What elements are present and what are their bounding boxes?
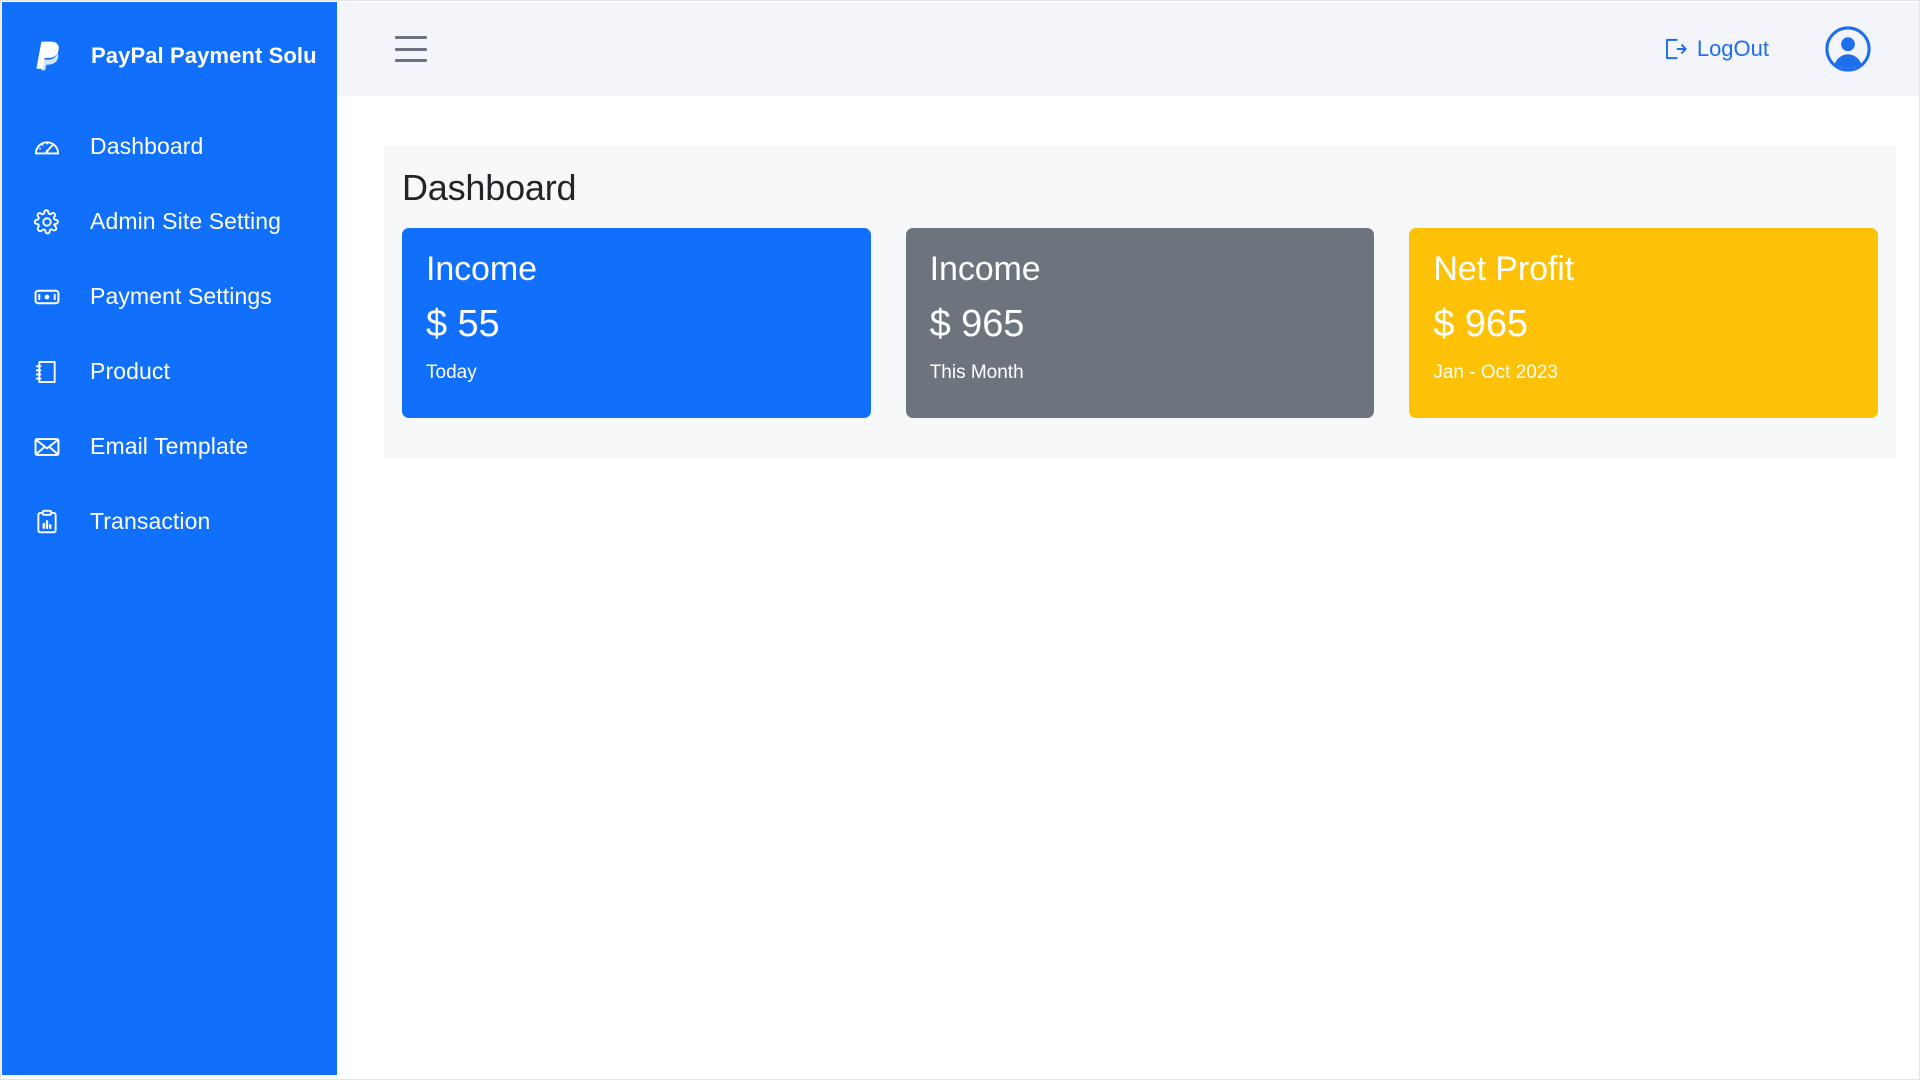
logout-button[interactable]: LogOut [1662, 36, 1769, 62]
stat-card-income-today[interactable]: Income $ 55 Today [402, 227, 871, 418]
sidebar-item-label: Product [90, 358, 170, 384]
sidebar-item-label: Admin Site Setting [90, 208, 282, 234]
stat-card-period: Jan - Oct 2023 [1433, 362, 1558, 384]
sidebar-item-admin-site-setting[interactable]: Admin Site Setting [2, 184, 337, 259]
logout-label: LogOut [1696, 36, 1769, 61]
page-title: Dashboard [402, 167, 577, 208]
sidebar: PayPal Payment Solu Dashboard Admin Site… [2, 2, 337, 1075]
stat-card-title: Income [426, 249, 537, 288]
envelope-icon [32, 432, 62, 462]
stat-card-period: Today [426, 362, 477, 384]
paypal-logo-icon [35, 41, 61, 71]
sidebar-item-label: Email Template [90, 433, 249, 459]
brand-header[interactable]: PayPal Payment Solu [2, 2, 337, 109]
sidebar-item-transaction[interactable]: Transaction [2, 484, 337, 559]
sidebar-item-label: Dashboard [90, 133, 204, 159]
stat-cards-row: Income $ 55 Today Income $ 965 This Mont… [384, 208, 1896, 418]
sidebar-item-payment-settings[interactable]: Payment Settings [2, 259, 337, 334]
hamburger-bar [395, 59, 427, 62]
banknote-icon [32, 282, 62, 312]
sidebar-item-email-template[interactable]: Email Template [2, 409, 337, 484]
clipboard-chart-icon [32, 507, 62, 537]
stat-card-title: Income [929, 249, 1041, 288]
hamburger-bar [395, 36, 427, 39]
dashboard-panel: Dashboard Income $ 55 Today Income $ 965… [384, 146, 1896, 459]
stat-card-net-profit[interactable]: Net Profit $ 965 Jan - Oct 2023 [1409, 227, 1879, 418]
stat-card-income-this-month[interactable]: Income $ 965 This Month [905, 227, 1375, 418]
app-window: PayPal Payment Solu Dashboard Admin Site… [0, 0, 1920, 1080]
topbar: LogOut [337, 2, 1919, 96]
logout-arrow-icon [1662, 36, 1697, 62]
stat-card-value: $ 965 [929, 302, 1025, 345]
sidebar-item-label: Transaction [90, 508, 211, 534]
notebook-icon [32, 357, 62, 387]
stat-card-period: This Month [929, 362, 1024, 384]
sidebar-item-product[interactable]: Product [2, 334, 337, 409]
topbar-actions: LogOut [1662, 26, 1919, 72]
main-content: Dashboard Income $ 55 Today Income $ 965… [337, 96, 1919, 1075]
speedometer-icon [32, 132, 62, 162]
stat-card-value: $ 55 [426, 302, 500, 345]
sidebar-item-label: Payment Settings [90, 283, 272, 309]
gear-icon [32, 207, 62, 237]
sidebar-item-dashboard[interactable]: Dashboard [2, 109, 337, 184]
hamburger-bar [395, 47, 427, 51]
brand-title: PayPal Payment Solu [91, 42, 317, 68]
hamburger-icon[interactable] [395, 36, 427, 62]
stat-card-value: $ 965 [1433, 302, 1528, 345]
stat-card-title: Net Profit [1433, 249, 1575, 288]
user-avatar-icon[interactable] [1769, 26, 1871, 72]
